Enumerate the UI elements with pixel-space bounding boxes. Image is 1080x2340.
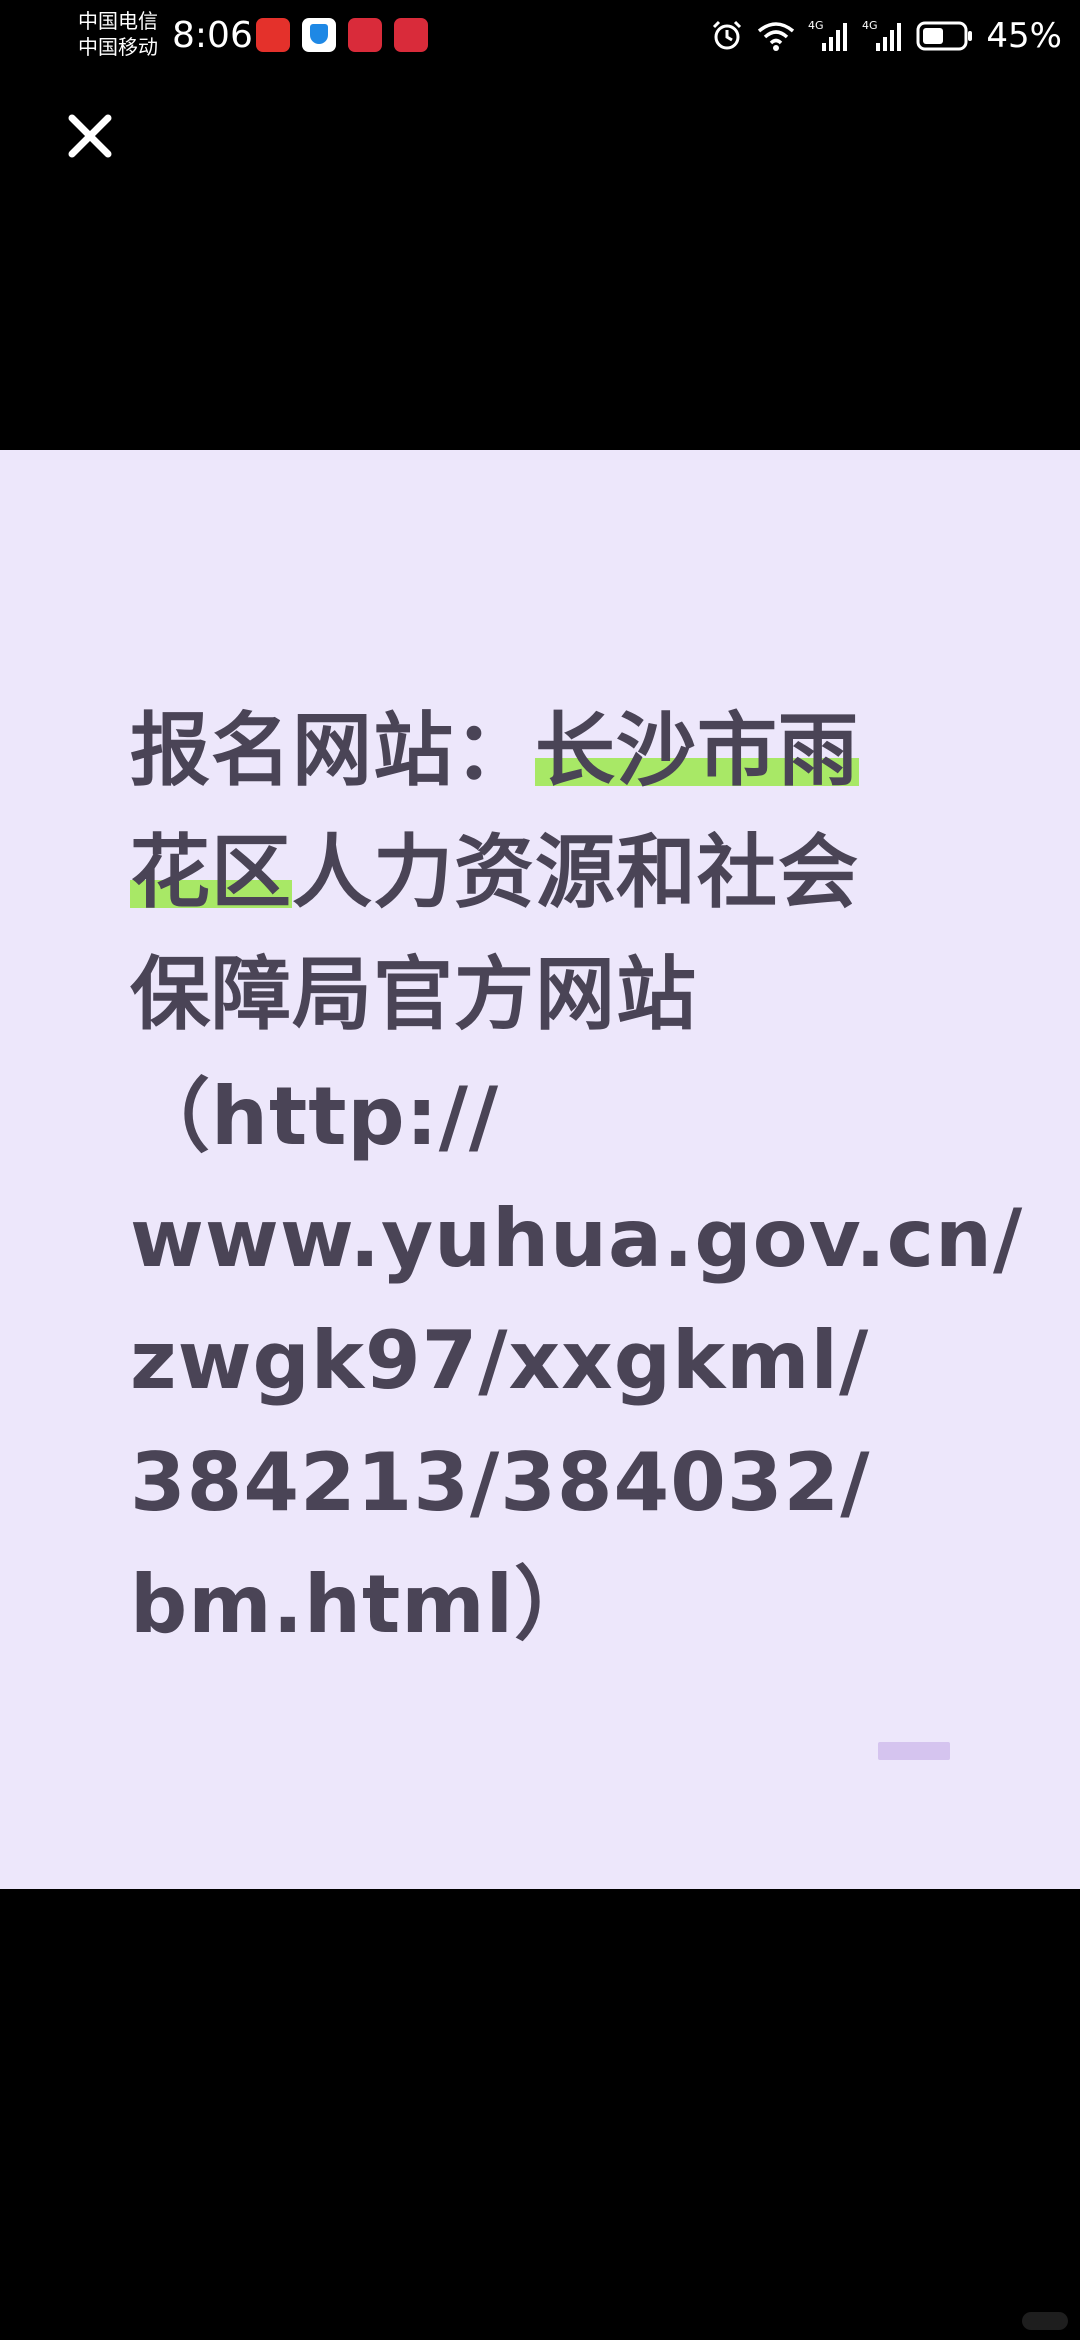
network-type-2: 4G [862,19,878,32]
card-text-line: 384213/384032/ [130,1422,970,1544]
carrier-1: 中国电信 [78,9,158,33]
shield-app-icon [302,18,336,52]
red-app-icon [256,18,290,52]
wifi-icon [756,19,796,53]
close-button[interactable] [62,108,118,164]
card-text-segment: 保障局官方网站 [130,948,697,1041]
carrier-labels: 中国电信 中国移动 [78,8,158,60]
card-text-segment: zwgk97/xxgkml/ [130,1314,870,1407]
battery-icon [916,19,974,53]
news-app-icon [394,18,428,52]
highlighted-text: 花区 [130,826,292,919]
card-text-segment: （http:// [130,1070,500,1163]
card-text-line: 保障局官方网站 [130,934,970,1056]
card-text-segment: 人力资源和社会 [292,826,859,919]
notification-icons [256,18,428,52]
signal-icon: 4G [808,19,850,53]
alarm-icon [710,19,744,53]
card-text-segment: www.yuhua.gov.cn/ [130,1192,1024,1285]
clock: 8:06 [172,15,253,56]
network-type-1: 4G [808,19,824,32]
card-text-line: www.yuhua.gov.cn/ [130,1178,1022,1300]
accent-bar [878,1742,950,1760]
card-text-line: zwgk97/xxgkml/ [130,1300,970,1422]
system-icons: 4G 4G 45% [710,14,1062,58]
close-icon [68,114,112,158]
card-text: 报名网站：长沙市雨 花区人力资源和社会 保障局官方网站 （http://www.yuh… [130,690,1022,1666]
card-text-line: （http:// [130,1056,970,1178]
news-app-icon [348,18,382,52]
card-text-line: bm.html） [130,1544,970,1666]
card-text-line: 花区人力资源和社会 [130,812,970,934]
status-bar: 中国电信 中国移动 8:06 4G 4G 45% [0,0,1080,72]
signal-icon: 4G [862,19,904,53]
highlighted-text: 长沙市雨 [535,704,859,797]
content-card: 报名网站：长沙市雨 花区人力资源和社会 保障局官方网站 （http://www.yuh… [0,450,1080,1889]
card-text-segment: 384213/384032/ [130,1436,871,1529]
battery-percent: 45% [986,16,1062,56]
card-text-segment: 报名网站： [130,704,535,797]
card-text-line: 报名网站：长沙市雨 [130,690,970,812]
carrier-2: 中国移动 [78,35,158,59]
watermark [1022,2312,1068,2330]
card-text-segment: bm.html） [130,1558,595,1651]
